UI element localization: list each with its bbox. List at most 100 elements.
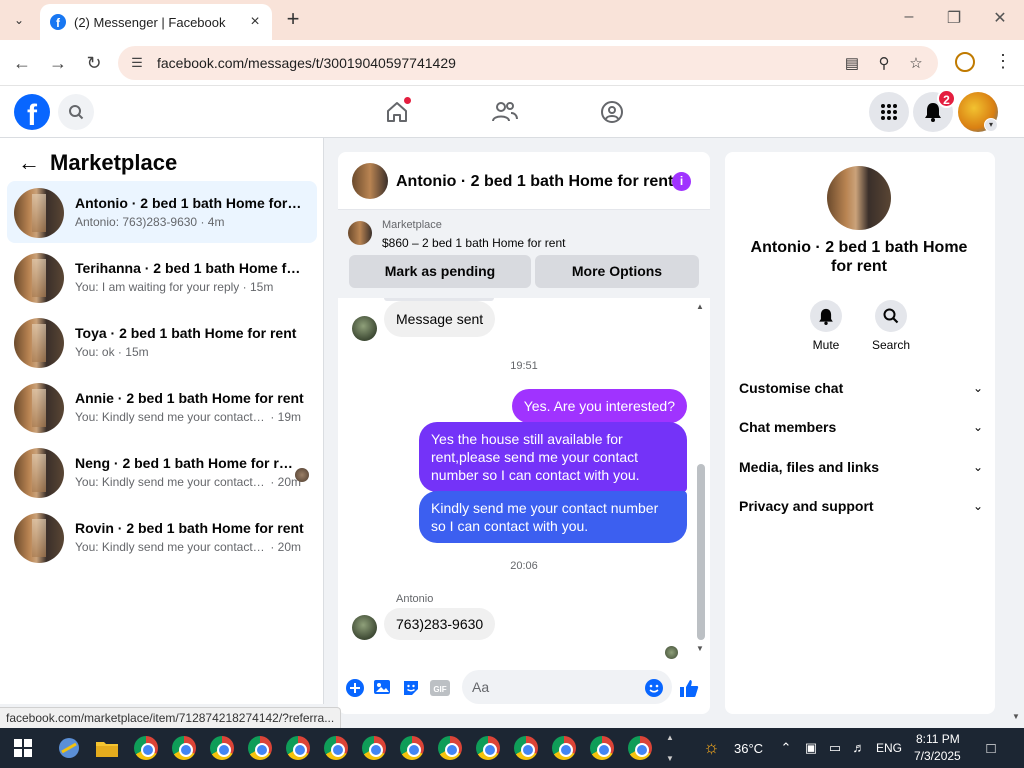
conversation-item[interactable]: Annie · 2 bed 1 bath Home for rent You: … (7, 376, 317, 438)
conversation-item[interactable]: Toya · 2 bed 1 bath Home for rent You: o… (7, 311, 317, 373)
conversation-item[interactable]: Antonio · 2 bed 1 bath Home for rent Ant… (7, 181, 317, 243)
chat-title[interactable]: Antonio · 2 bed 1 bath Home for rent (396, 173, 673, 191)
sender-avatar[interactable] (352, 316, 377, 341)
sticker-icon[interactable] (401, 678, 421, 698)
media-files-links-section[interactable]: Media, files and links ⌄ (739, 452, 983, 482)
tab-search-chevron-icon[interactable]: ⌄ (6, 8, 32, 32)
notification-center-icon[interactable]: □ (983, 740, 999, 757)
taskbar-scroll-down-icon[interactable]: ▼ (666, 754, 674, 763)
url-text[interactable]: facebook.com/messages/t/3001904059774142… (157, 55, 456, 71)
facebook-logo-icon[interactable]: f (14, 94, 50, 130)
taskbar-scroll-up-icon[interactable]: ▲ (666, 733, 674, 742)
omnibox[interactable]: ☰ facebook.com/messages/t/30019040597741… (118, 46, 938, 80)
message-input[interactable]: Aa (462, 670, 672, 704)
chrome-taskbar-icon[interactable] (133, 735, 159, 761)
listing-avatar[interactable] (827, 166, 891, 230)
chevron-down-icon: ⌄ (972, 381, 983, 395)
chrome-taskbar-icon[interactable] (513, 735, 539, 761)
mute-button[interactable]: Mute (796, 300, 856, 352)
listing-thumbnail[interactable] (348, 221, 372, 245)
marketplace-listing-banner: Marketplace $860 – 2 bed 1 bath Home for… (338, 210, 710, 298)
friends-nav-icon[interactable] (490, 98, 520, 126)
zoom-icon[interactable]: ⚲ (874, 54, 894, 74)
chrome-taskbar-icon[interactable] (551, 735, 577, 761)
mark-as-pending-button[interactable]: Mark as pending (349, 255, 531, 288)
scroll-up-icon[interactable]: ▲ (696, 302, 704, 311)
restore-icon[interactable]: ❐ (944, 8, 964, 28)
new-tab-icon[interactable]: + (282, 8, 304, 30)
chrome-taskbar-icon[interactable] (361, 735, 387, 761)
tray-chevron-up-icon[interactable]: ⌃ (778, 740, 794, 756)
install-app-icon[interactable]: ▤ (842, 54, 862, 74)
incoming-message[interactable]: Message sent (384, 301, 496, 337)
more-options-button[interactable]: More Options (535, 255, 699, 288)
like-thumb-icon[interactable] (679, 678, 699, 698)
conversation-name: Rovin · 2 bed 1 bath Home for rent (75, 520, 304, 536)
listing-price-title[interactable]: $860 – 2 bed 1 bath Home for rent (382, 236, 565, 250)
photo-icon[interactable] (373, 678, 393, 698)
chrome-taskbar-icon[interactable] (399, 735, 425, 761)
clock-date[interactable]: 7/3/2025 (914, 749, 961, 763)
facebook-search-button[interactable] (58, 94, 94, 130)
groups-nav-icon[interactable] (597, 98, 627, 126)
outgoing-message[interactable]: Yes the house still available for rent,p… (419, 422, 687, 492)
privacy-support-section[interactable]: Privacy and support ⌄ (739, 491, 983, 521)
back-arrow-icon[interactable]: ← (18, 150, 40, 176)
page-scroll-down-icon[interactable]: ▼ (1012, 712, 1020, 721)
chrome-taskbar-icon[interactable] (627, 735, 653, 761)
chat-members-section[interactable]: Chat members ⌄ (739, 412, 983, 442)
menu-grid-button[interactable] (869, 92, 909, 132)
chrome-taskbar-icon[interactable] (323, 735, 349, 761)
chat-avatar[interactable] (352, 163, 388, 199)
tab-close-icon[interactable]: × (246, 13, 264, 31)
add-more-icon[interactable] (345, 678, 365, 698)
language-indicator[interactable]: ENG (876, 741, 902, 755)
incoming-message[interactable]: 763)283-9630 (384, 608, 496, 640)
volume-icon[interactable]: ♬ (851, 740, 867, 755)
windows-start-icon[interactable] (14, 739, 32, 757)
customise-chat-section[interactable]: Customise chat ⌄ (739, 373, 983, 403)
scroll-down-icon[interactable]: ▼ (696, 644, 704, 653)
browser-tab-messenger[interactable]: f (2) Messenger | Facebook × (40, 4, 272, 40)
scrollbar-thumb[interactable] (697, 464, 705, 640)
chevron-down-icon: ⌄ (972, 499, 983, 513)
outgoing-message[interactable]: Kindly send me your contact number so I … (419, 491, 687, 543)
network-icon[interactable]: ▭ (827, 740, 843, 756)
chrome-taskbar-icon[interactable] (171, 735, 197, 761)
listing-thumbnail (14, 513, 64, 563)
file-explorer-icon[interactable] (94, 735, 120, 761)
chrome-taskbar-icon[interactable] (247, 735, 273, 761)
browser-profile-icon[interactable] (955, 52, 975, 72)
window-close-icon[interactable]: ✕ (990, 8, 1010, 28)
clock-time[interactable]: 8:11 PM (916, 732, 960, 746)
conversation-name: Neng · 2 bed 1 bath Home for rent (75, 455, 293, 471)
weather-app-icon[interactable] (56, 735, 82, 761)
search-in-chat-button[interactable]: Search (861, 300, 921, 352)
tab-title: (2) Messenger | Facebook (74, 14, 226, 30)
bookmark-star-icon[interactable]: ☆ (906, 54, 926, 74)
reload-icon[interactable]: ↻ (82, 51, 106, 75)
chrome-taskbar-icon[interactable] (589, 735, 615, 761)
gif-icon[interactable]: GIF (430, 678, 450, 698)
browser-menu-icon[interactable]: ⋮ (994, 51, 1012, 72)
meet-now-icon[interactable]: ▣ (803, 740, 819, 756)
chrome-taskbar-icon[interactable] (475, 735, 501, 761)
back-arrow-icon[interactable]: ← (10, 51, 34, 75)
chrome-taskbar-icon[interactable] (437, 735, 463, 761)
chrome-taskbar-icon[interactable] (285, 735, 311, 761)
minimize-icon[interactable]: – (899, 8, 919, 26)
weather-sun-icon[interactable]: ☼ (703, 737, 720, 758)
section-title: Chat members (739, 419, 837, 435)
emoji-icon[interactable] (644, 678, 664, 698)
conversation-item[interactable]: Neng · 2 bed 1 bath Home for rent You: K… (7, 441, 317, 503)
forward-arrow-icon[interactable]: → (46, 51, 70, 75)
temperature[interactable]: 36°C (734, 741, 763, 756)
conversation-item[interactable]: Rovin · 2 bed 1 bath Home for rent You: … (7, 506, 317, 568)
outgoing-message[interactable]: Yes. Are you interested? (511, 389, 687, 423)
account-chevron-icon[interactable]: ▾ (984, 118, 998, 132)
info-icon[interactable]: i (672, 172, 691, 191)
conversation-item[interactable]: Terihanna · 2 bed 1 bath Home for rent Y… (7, 246, 317, 308)
sender-avatar[interactable] (352, 615, 377, 640)
site-settings-icon[interactable]: ☰ (128, 54, 146, 72)
chrome-taskbar-icon[interactable] (209, 735, 235, 761)
